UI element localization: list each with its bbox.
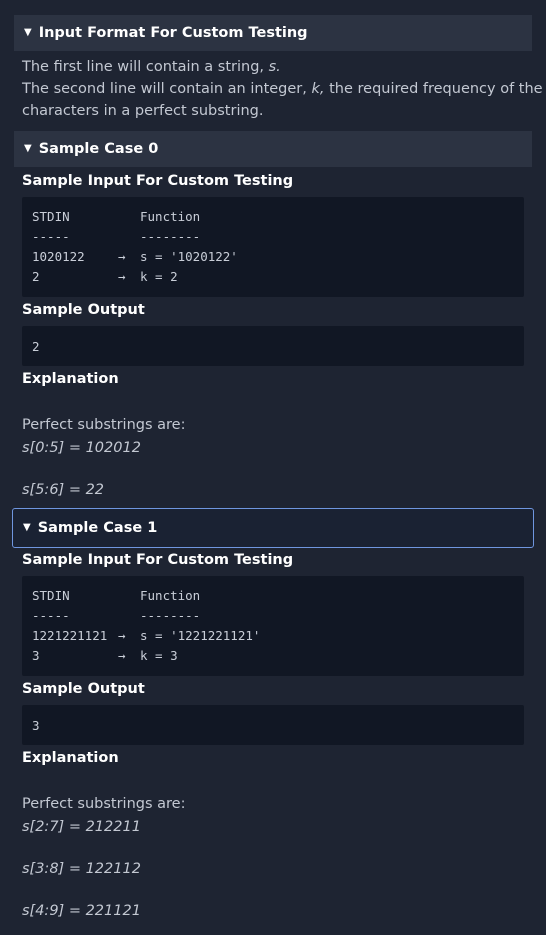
arrow-icon: →	[118, 249, 126, 264]
function-value: k = 3	[140, 648, 178, 663]
function-header: Function	[140, 588, 201, 603]
stdin-header: STDIN	[32, 588, 70, 603]
sample-case-1-title: Sample Case 1	[37, 520, 158, 536]
input-format-line-1: The first line will contain a string, s.	[22, 59, 281, 75]
case1-substring: s[2:7] = 212211	[22, 819, 141, 835]
arrow-icon: →	[118, 648, 126, 663]
case1-output-title: Sample Output	[22, 681, 145, 697]
input-format-line-2: The second line will contain an integer,…	[22, 81, 543, 97]
dash-line: -----	[32, 608, 70, 623]
case1-explanation-intro: Perfect substrings are:	[22, 796, 186, 812]
sample-case-0-header[interactable]: ▼ Sample Case 0	[14, 131, 532, 167]
case1-input-title: Sample Input For Custom Testing	[22, 552, 294, 568]
case1-substring: s[4:9] = 221121	[22, 903, 141, 919]
dash-line: --------	[140, 608, 201, 623]
arrow-icon: →	[118, 628, 126, 643]
case0-substring: s[0:5] = 102012	[22, 440, 141, 456]
function-value: s = '1221221121'	[140, 628, 261, 643]
output-value: 2	[32, 339, 40, 354]
problem-panel: ▼ Input Format For Custom Testing The fi…	[0, 0, 546, 935]
input-format-line-3: characters in a perfect substring.	[22, 103, 264, 119]
dash-line: -----	[32, 229, 70, 244]
stdin-value: 1221221121	[32, 628, 108, 643]
dash-line: --------	[140, 229, 201, 244]
function-header: Function	[140, 209, 201, 224]
case1-input-code: STDIN Function ----- -------- 1221221121…	[22, 576, 524, 676]
case1-substring: s[3:8] = 122112	[22, 861, 141, 877]
triangle-down-icon: ▼	[23, 521, 31, 533]
case1-explanation-title: Explanation	[22, 750, 119, 766]
input-format-header[interactable]: ▼ Input Format For Custom Testing	[14, 15, 532, 51]
case0-input-title: Sample Input For Custom Testing	[22, 173, 294, 189]
sample-case-1-header[interactable]: ▼ Sample Case 1	[12, 508, 534, 548]
case0-substring: s[5:6] = 22	[22, 482, 105, 498]
stdin-value: 1020122	[32, 249, 85, 264]
stdin-value: 2	[32, 269, 40, 284]
case0-input-code: STDIN Function ----- -------- 1020122 → …	[22, 197, 524, 297]
function-value: s = '1020122'	[140, 249, 238, 264]
case0-output-code: 2	[22, 326, 524, 366]
stdin-value: 3	[32, 648, 40, 663]
case0-explanation-intro: Perfect substrings are:	[22, 417, 186, 433]
input-format-title: Input Format For Custom Testing	[38, 25, 308, 41]
case1-output-code: 3	[22, 705, 524, 745]
stdin-header: STDIN	[32, 209, 70, 224]
case0-explanation-title: Explanation	[22, 371, 119, 387]
triangle-down-icon: ▼	[24, 26, 32, 38]
sample-case-0-title: Sample Case 0	[38, 141, 159, 157]
triangle-down-icon: ▼	[24, 142, 32, 154]
arrow-icon: →	[118, 269, 126, 284]
case0-output-title: Sample Output	[22, 302, 145, 318]
output-value: 3	[32, 718, 40, 733]
function-value: k = 2	[140, 269, 178, 284]
